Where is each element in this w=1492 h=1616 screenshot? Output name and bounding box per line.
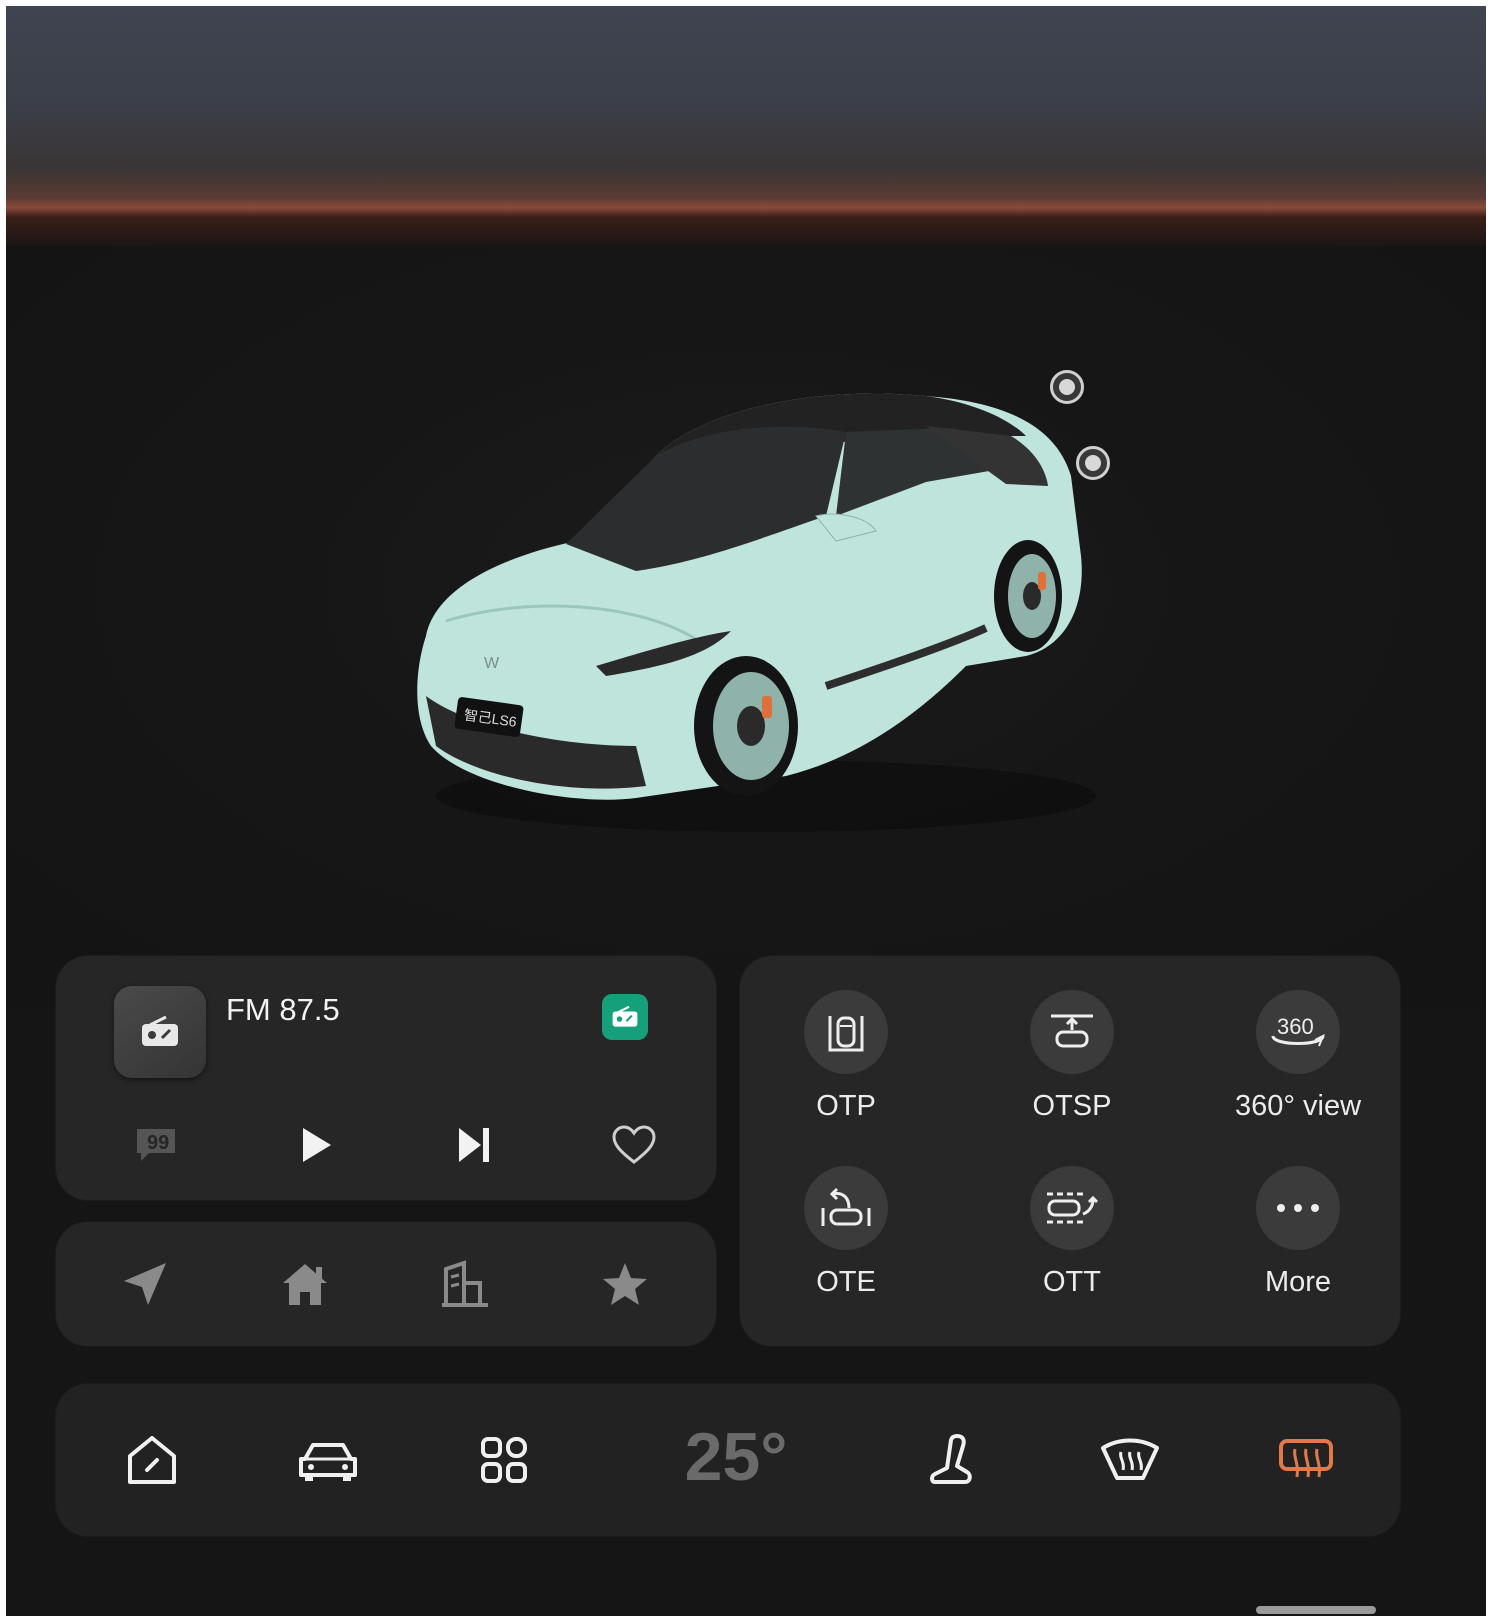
station-name: FM 87.5 [226, 992, 340, 1027]
more-button[interactable] [1256, 1166, 1340, 1250]
bottom-dock: 25° [56, 1384, 1400, 1536]
front-defrost-icon [1101, 1438, 1159, 1480]
ott-label: OTT [1043, 1266, 1101, 1298]
otp-button[interactable] [804, 990, 888, 1074]
lyrics-button[interactable]: 99 [126, 1118, 186, 1172]
seat-icon [930, 1434, 972, 1484]
next-track-button[interactable] [444, 1118, 504, 1172]
dock-home-button[interactable] [114, 1424, 190, 1496]
more-action[interactable]: More [1198, 1166, 1398, 1316]
media-player-card: FM 87.5 99 [56, 956, 716, 1200]
rear-defrost-icon [1279, 1439, 1333, 1478]
play-icon [303, 1128, 331, 1162]
navigate-icon [124, 1263, 166, 1305]
favorite-button[interactable] [604, 1118, 664, 1172]
play-button[interactable] [286, 1118, 346, 1172]
home-indicator[interactable] [1256, 1606, 1376, 1614]
ote-action[interactable]: OTE [746, 1166, 946, 1316]
home-shortcut-button[interactable] [270, 1252, 340, 1316]
heart-icon [612, 1125, 656, 1164]
office-icon [442, 1260, 488, 1307]
dock-seat-button[interactable] [914, 1424, 990, 1496]
more-label: More [1264, 1266, 1332, 1298]
vehicle-home-screen: 智己LS6 W FM 87.5 99 OTP OTSP 360 360° vie… [6, 6, 1486, 1616]
view-360-button[interactable]: 360 [1256, 990, 1340, 1074]
svg-text:99: 99 [147, 1132, 169, 1154]
home-icon [128, 1436, 176, 1484]
dock-vehicle-button[interactable] [290, 1424, 366, 1496]
parking-icon [828, 1016, 864, 1052]
summon-parking-icon [1051, 1014, 1093, 1048]
favorite-icon [603, 1263, 647, 1305]
car-illustration: 智己LS6 W [417, 393, 1096, 832]
apps-icon [481, 1437, 527, 1483]
otsp-button[interactable] [1030, 990, 1114, 1074]
navigation-shortcuts-card [56, 1222, 716, 1346]
view-360-label: 360° view [1234, 1090, 1362, 1122]
ott-button[interactable] [1030, 1166, 1114, 1250]
otsp-action[interactable]: OTSP [972, 990, 1172, 1140]
view-360-action[interactable]: 360 360° view [1198, 990, 1398, 1140]
radio-source-badge[interactable] [602, 994, 648, 1040]
svg-text:360: 360 [1277, 1014, 1314, 1039]
home-icon [283, 1264, 327, 1305]
navigate-button[interactable] [110, 1252, 180, 1316]
quote-icon: 99 [137, 1129, 175, 1161]
dock-rear-defrost-button[interactable] [1268, 1424, 1344, 1496]
vehicle-3d-model[interactable]: 智己LS6 W [406, 366, 1126, 846]
cabin-temperature[interactable]: 25° [666, 1412, 806, 1502]
dock-front-defrost-button[interactable] [1092, 1424, 1168, 1496]
car-icon [299, 1443, 357, 1481]
360-view-icon: 360 [1271, 1014, 1325, 1047]
radio-thumbnail[interactable] [114, 986, 206, 1078]
more-icon [1277, 1204, 1319, 1212]
next-track-icon [459, 1128, 489, 1162]
parking-actions-card: OTP OTSP 360 360° view OTE OTT More [740, 956, 1400, 1346]
exit-icon [821, 1187, 871, 1226]
trailer-icon [1047, 1192, 1099, 1224]
ott-action[interactable]: OTT [972, 1166, 1172, 1316]
dock-apps-button[interactable] [466, 1424, 542, 1496]
ote-label: OTE [816, 1266, 876, 1298]
car-logo: W [484, 655, 500, 672]
otsp-label: OTSP [1032, 1090, 1112, 1122]
ote-button[interactable] [804, 1166, 888, 1250]
favorite-place-button[interactable] [590, 1252, 660, 1316]
sky-backdrop [6, 6, 1486, 246]
otp-label: OTP [816, 1090, 876, 1122]
otp-action[interactable]: OTP [746, 990, 946, 1140]
radio-icon [142, 1016, 178, 1046]
radio-icon [612, 1006, 638, 1027]
office-shortcut-button[interactable] [430, 1252, 500, 1316]
